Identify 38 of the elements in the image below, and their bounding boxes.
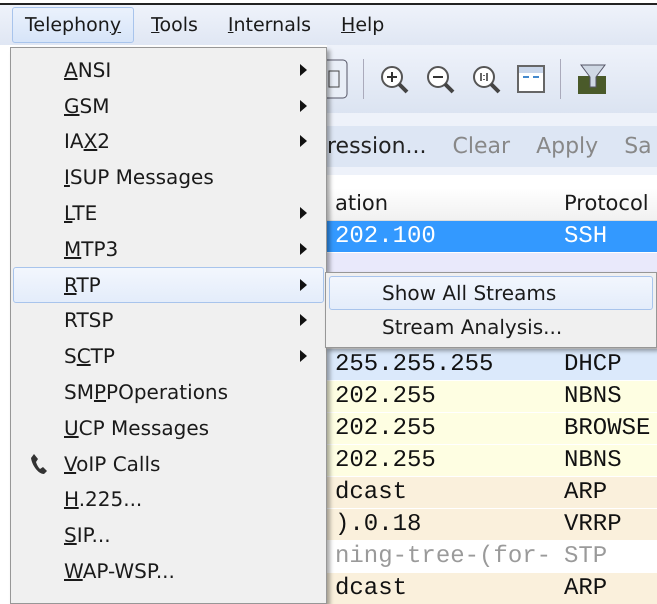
menu-item[interactable]: Show All Streams — [329, 276, 653, 310]
column-header[interactable]: Protocol — [560, 188, 657, 220]
packet-row[interactable]: 202.255 NBNS — [327, 445, 657, 477]
menu-item[interactable]: RTP — [13, 266, 324, 303]
packet-row[interactable]: dcast ARP — [327, 477, 657, 509]
menu-item[interactable]: GSM — [13, 88, 324, 124]
menu-item[interactable]: SCTP — [13, 338, 324, 374]
resize-columns-icon[interactable] — [516, 63, 546, 95]
packet-row[interactable]: 255.255.255 DHCP — [327, 349, 657, 381]
packet-row[interactable]: 202.255 NBNS — [327, 381, 657, 413]
menu-item[interactable]: MTP3 — [13, 230, 324, 267]
filter-button[interactable]: ression... — [327, 130, 427, 163]
menu-item[interactable]: WAP-WSP... — [13, 553, 324, 589]
zoom-out-icon[interactable] — [424, 63, 456, 95]
menu-item[interactable]: H.225... — [13, 482, 324, 518]
packet-row[interactable]: dcast ARP — [327, 573, 657, 604]
packet-row[interactable]: ).0.18 VRRP — [327, 509, 657, 541]
filter-icon[interactable] — [575, 62, 609, 96]
column-header[interactable]: ation — [327, 188, 560, 220]
menu-item[interactable]: LTE — [13, 195, 324, 231]
menu-item[interactable]: ANSI — [13, 52, 324, 88]
menu-item[interactable]: Internals — [214, 7, 324, 43]
menu-item[interactable]: IAX2 — [13, 124, 324, 160]
menu-item[interactable]: SMPPOperations — [13, 374, 324, 410]
menu-item[interactable]: Telephony — [12, 7, 134, 43]
menu-item[interactable]: Help — [328, 7, 398, 43]
toolbar-button-icon[interactable] — [327, 59, 349, 99]
zoom-reset-icon[interactable] — [470, 63, 502, 95]
menu-item[interactable]: VoIP Calls — [13, 446, 324, 482]
menu-item[interactable]: UCP Messages — [13, 410, 324, 446]
phone-icon — [30, 452, 48, 475]
zoom-in-icon[interactable] — [378, 63, 410, 95]
menu-item[interactable]: RTSP — [13, 302, 324, 338]
menu-item[interactable]: ISUP Messages — [13, 159, 324, 196]
menu-item[interactable]: Tools — [138, 7, 211, 43]
menu-item[interactable]: SIP... — [13, 517, 324, 554]
menu-item[interactable]: Stream Analysis... — [329, 310, 653, 344]
packet-row[interactable]: 202.255 BROWSE — [327, 413, 657, 445]
